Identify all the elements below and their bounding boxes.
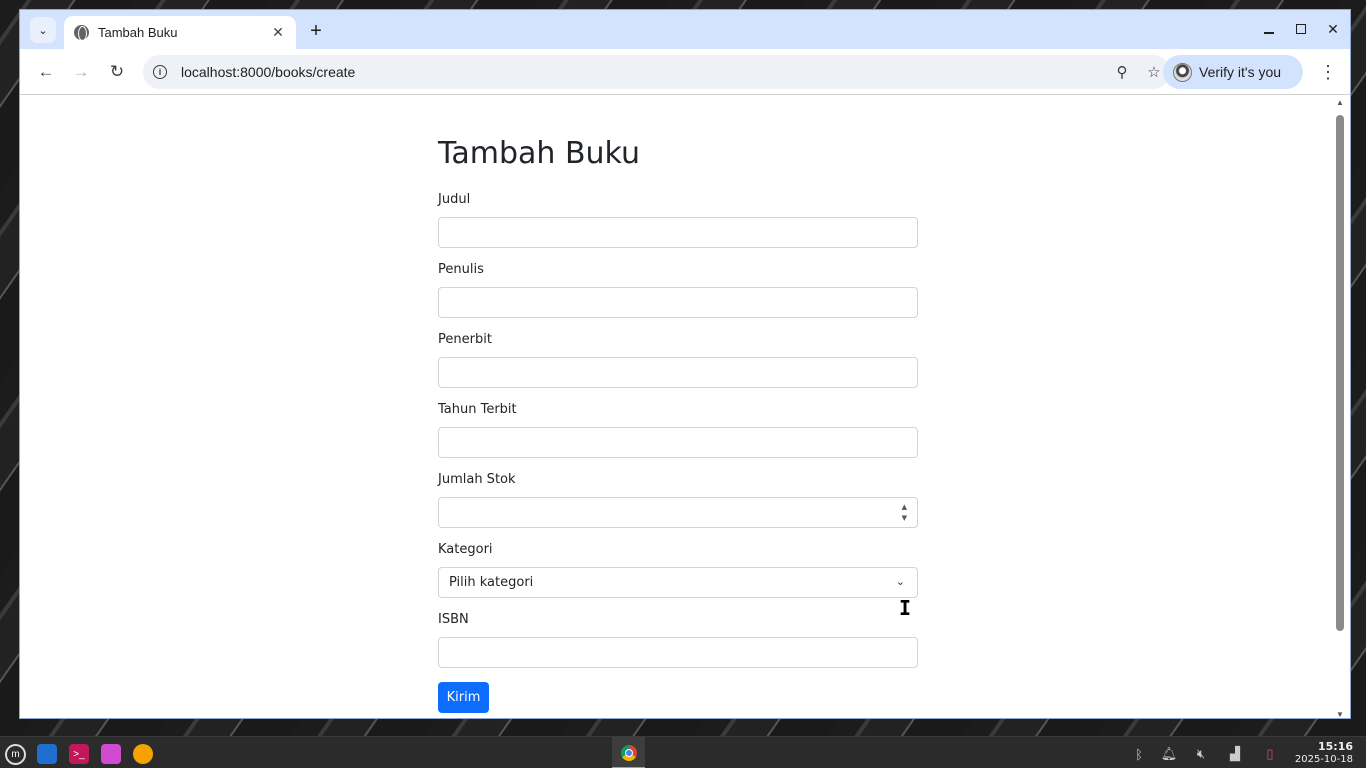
verify-label: Verify it's you (1199, 64, 1282, 80)
forward-icon[interactable]: → (69, 60, 93, 84)
globe-icon (74, 25, 89, 41)
kebab-menu-icon[interactable]: ⋮ (1318, 60, 1338, 84)
field-isbn: ISBN (438, 612, 920, 668)
volume-muted-icon[interactable]: 🔇︎ (1192, 745, 1210, 763)
close-window-button[interactable]: ✕ (1324, 18, 1342, 40)
mint-menu-icon[interactable]: m (5, 744, 26, 765)
field-penerbit: Penerbit (438, 332, 920, 388)
profile-avatar-icon (1173, 62, 1192, 82)
spin-up-icon[interactable]: ▲ (902, 502, 907, 513)
notifications-icon[interactable]: 🔔︎ (1160, 745, 1178, 763)
submit-button[interactable]: Kirim (438, 682, 489, 713)
back-icon[interactable]: ← (34, 60, 58, 84)
browser-window: ⌄ Tambah Buku ✕ + ✕ ← → ↻ i localhost:80… (19, 9, 1351, 719)
scroll-thumb[interactable] (1336, 115, 1344, 631)
penerbit-label: Penerbit (438, 332, 492, 347)
browser-toolbar: ← → ↻ i localhost:8000/books/create ⚲ ☆ … (20, 49, 1350, 95)
maximize-button[interactable] (1292, 18, 1310, 40)
page-viewport: Tambah Buku Judul Penulis Penerbit Tahun… (20, 96, 1350, 718)
number-spinner[interactable]: ▲ ▼ (902, 502, 907, 524)
book-form: Tambah Buku Judul Penulis Penerbit Tahun… (438, 136, 920, 713)
battery-icon[interactable]: ▯ (1261, 745, 1279, 763)
page-title: Tambah Buku (438, 136, 641, 171)
kategori-label: Kategori (438, 542, 493, 557)
tab-search-icon[interactable]: ⌄ (30, 17, 56, 43)
judul-input[interactable] (438, 217, 918, 248)
reload-icon[interactable]: ↻ (105, 60, 129, 84)
tahun-terbit-label: Tahun Terbit (438, 402, 517, 417)
chevron-down-icon: ⌄ (895, 575, 905, 588)
desktop-icon[interactable] (37, 744, 57, 764)
tahun-terbit-input[interactable] (438, 427, 918, 458)
field-penulis: Penulis (438, 262, 920, 318)
address-bar[interactable]: i localhost:8000/books/create ⚲ ☆ (143, 55, 1170, 89)
penulis-label: Penulis (438, 262, 484, 277)
spin-down-icon[interactable]: ▼ (902, 513, 907, 524)
chrome-icon (621, 745, 637, 761)
browser-tab[interactable]: Tambah Buku ✕ (64, 16, 296, 49)
new-tab-button[interactable]: + (303, 18, 329, 44)
field-kategori: Kategori Pilih kategori ⌄ (438, 542, 920, 598)
field-judul: Judul (438, 192, 920, 248)
site-info-icon[interactable]: i (153, 65, 167, 79)
clock-time: 15:16 (1317, 740, 1353, 753)
isbn-label: ISBN (438, 612, 469, 627)
zoom-icon[interactable]: ⚲ (1106, 63, 1138, 81)
bluetooth-icon[interactable]: ᛒ (1130, 745, 1148, 763)
isbn-input[interactable] (438, 637, 918, 668)
window-controls: ✕ (1260, 18, 1342, 40)
scroll-down-icon[interactable]: ▼ (1335, 710, 1345, 718)
penulis-input[interactable] (438, 287, 918, 318)
kategori-selected-value: Pilih kategori (449, 575, 534, 590)
firefox-icon[interactable] (133, 744, 153, 764)
network-icon[interactable]: ▟ (1226, 745, 1244, 763)
jumlah-stok-input[interactable]: ▲ ▼ (438, 497, 918, 528)
minimize-button[interactable] (1260, 18, 1278, 40)
verify-profile-button[interactable]: Verify it's you (1163, 55, 1303, 89)
tab-title: Tambah Buku (98, 25, 178, 40)
url-text[interactable]: localhost:8000/books/create (181, 64, 1106, 80)
close-icon[interactable]: ✕ (270, 24, 286, 41)
field-jumlah-stok: Jumlah Stok ▲ ▼ (438, 472, 920, 528)
clock-date: 2025-10-18 (1294, 754, 1353, 765)
jumlah-stok-label: Jumlah Stok (438, 472, 516, 487)
files-icon[interactable] (101, 744, 121, 764)
judul-label: Judul (438, 192, 471, 207)
field-tahun-terbit: Tahun Terbit (438, 402, 920, 458)
taskbar: m >_ ᛒ 🔔︎ 🔇︎ ▟ ▯ 15:16 2025-10-18 (0, 736, 1366, 768)
terminal-icon[interactable]: >_ (69, 744, 89, 764)
clock[interactable]: 15:16 2025-10-18 (1295, 740, 1353, 766)
scrollbar[interactable]: ▲ ▼ (1334, 96, 1346, 718)
scroll-up-icon[interactable]: ▲ (1335, 98, 1345, 107)
penerbit-input[interactable] (438, 357, 918, 388)
kategori-select[interactable]: Pilih kategori ⌄ (438, 567, 918, 598)
tab-strip: ⌄ Tambah Buku ✕ + ✕ (20, 10, 1350, 49)
text-cursor-icon: I (899, 596, 912, 620)
